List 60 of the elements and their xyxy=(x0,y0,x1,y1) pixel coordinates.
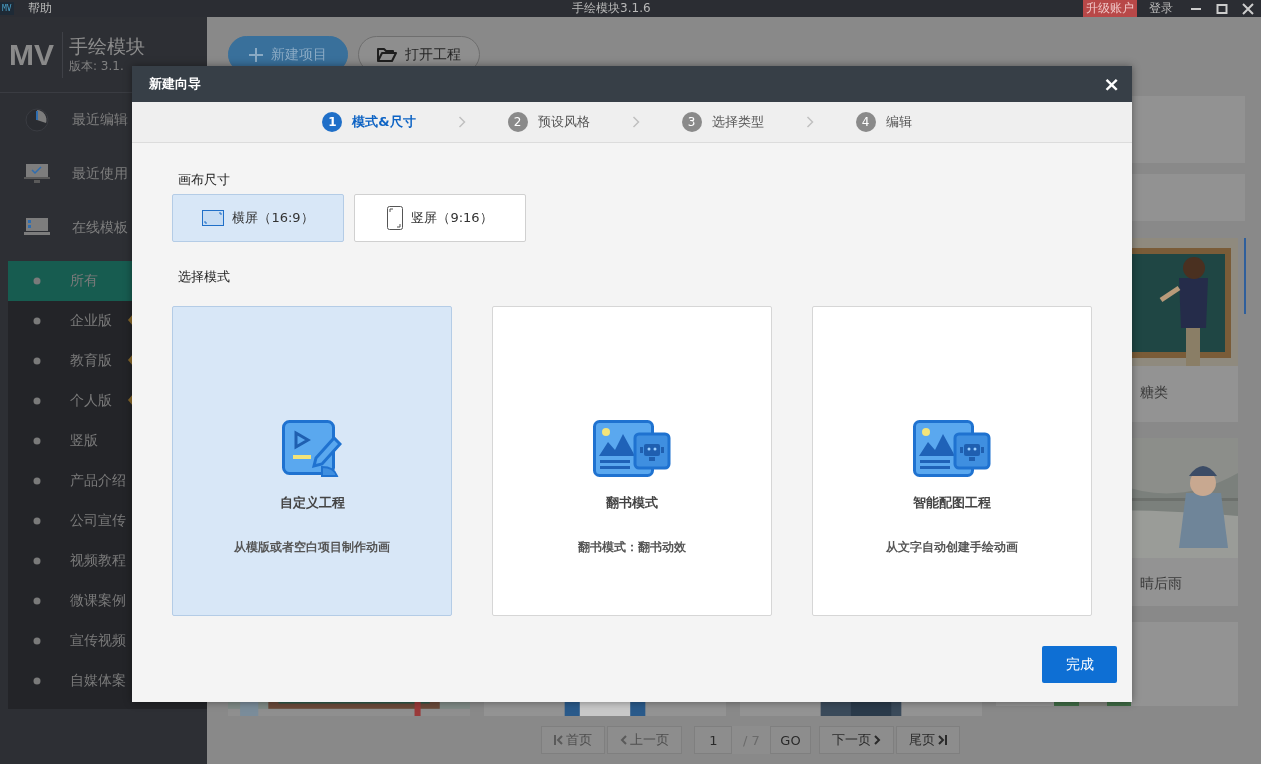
close-icon[interactable] xyxy=(1241,2,1255,15)
chevron-right-icon xyxy=(631,116,640,128)
finish-button[interactable]: 完成 xyxy=(1042,646,1117,683)
bullet-icon xyxy=(33,597,41,605)
nav-item[interactable]: 最近编辑 xyxy=(0,93,207,147)
chevron-left-icon xyxy=(620,735,628,745)
bullet-icon xyxy=(33,357,41,365)
version-label: 版本: 3.1. xyxy=(69,58,125,75)
template-title: 晴后雨 xyxy=(1139,574,1183,593)
last-page-icon xyxy=(937,735,947,745)
landscape-icon xyxy=(202,210,225,226)
canvas-option[interactable]: 竖屏（9:16） xyxy=(354,194,526,242)
dialog-title: 新建向导 xyxy=(149,75,201,93)
logo: MV xyxy=(9,31,63,78)
bullet-icon xyxy=(33,477,41,485)
image-robot-icon xyxy=(913,420,991,478)
video-edit-icon xyxy=(282,420,342,478)
wizard-step[interactable]: 3 选择类型 xyxy=(681,112,764,132)
bullet-icon xyxy=(33,397,41,405)
page-input[interactable]: 1 xyxy=(694,726,733,754)
image-robot-icon xyxy=(593,420,671,478)
first-page-button[interactable]: 首页 xyxy=(541,726,606,754)
wizard-step[interactable]: 1 模式&尺寸 xyxy=(322,112,416,132)
close-button[interactable]: × xyxy=(1103,74,1120,94)
wizard-step[interactable]: 4 编辑 xyxy=(855,112,912,132)
app-name: 手绘模块 xyxy=(69,34,145,58)
pie-icon xyxy=(24,107,50,133)
menu-item[interactable]: 帮助 xyxy=(27,0,52,17)
wizard-step[interactable]: 2 预设风格 xyxy=(507,112,590,132)
bullet-icon xyxy=(33,437,41,445)
bullet-icon xyxy=(33,637,41,645)
chevron-right-icon xyxy=(457,116,466,128)
section-heading: 画布尺寸 xyxy=(177,171,231,189)
login-link[interactable]: 登录 xyxy=(1149,0,1173,17)
mode-card[interactable]: 自定义工程 从模版或者空白项目制作动画 xyxy=(172,306,452,616)
folder-icon xyxy=(377,46,397,63)
bullet-icon xyxy=(33,677,41,685)
bullet-icon xyxy=(33,317,41,325)
window-title: 手绘模块3.1.6 xyxy=(571,0,652,17)
bullet-icon xyxy=(33,517,41,525)
mode-card[interactable]: 翻书模式 翻书模式：翻书动效 xyxy=(492,306,772,616)
category-item[interactable]: 自媒体案 xyxy=(8,661,207,701)
scrollbar-thumb[interactable] xyxy=(1244,238,1246,314)
chevron-right-icon xyxy=(873,735,881,745)
bullet-icon xyxy=(33,557,41,565)
canvas-option[interactable]: 横屏（16:9） xyxy=(172,194,344,242)
last-page-button[interactable]: 尾页 xyxy=(895,726,960,754)
bullet-icon xyxy=(33,277,41,285)
template-title: 糖类 xyxy=(1139,383,1169,402)
go-button[interactable]: GO xyxy=(770,726,811,754)
app-icon: MV xyxy=(0,2,14,15)
mode-card[interactable]: 智能配图工程 从文字自动创建手绘动画 xyxy=(812,306,1092,616)
monitor-icon xyxy=(24,163,50,185)
maximize-icon[interactable] xyxy=(1215,2,1229,15)
category-item[interactable]: 宣传视频 xyxy=(8,621,207,661)
chevron-right-icon xyxy=(805,116,814,128)
first-page-icon xyxy=(554,735,564,745)
plus-icon xyxy=(249,47,263,62)
portrait-icon xyxy=(387,206,404,230)
upgrade-button[interactable]: 升级账户 xyxy=(1083,0,1137,17)
